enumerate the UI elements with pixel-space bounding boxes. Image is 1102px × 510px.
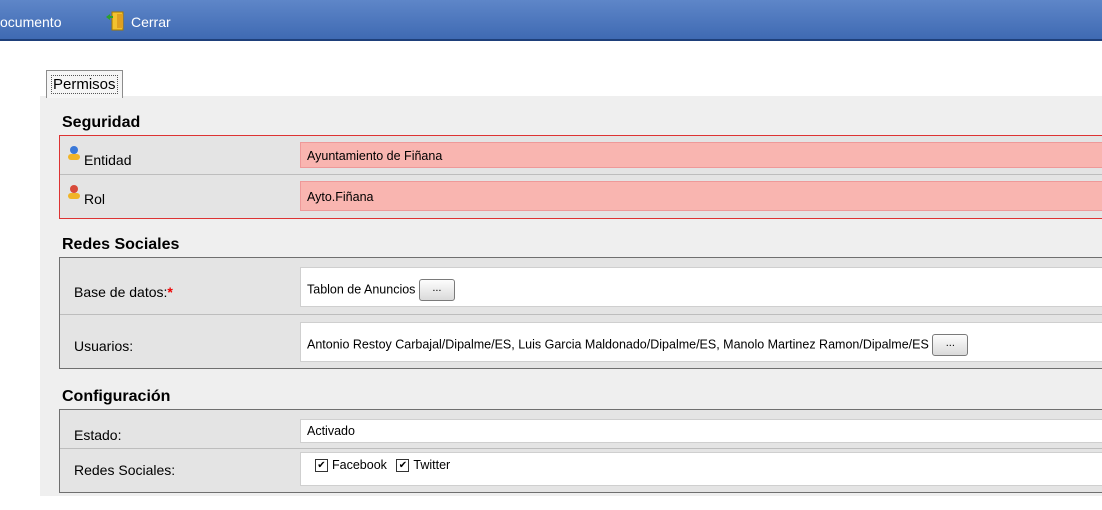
role-icon: [68, 185, 80, 199]
base-datos-value-row: Tablon de Anuncios ...: [307, 279, 455, 301]
usuarios-field[interactable]: Antonio Restoy Carbajal/Dipalme/ES, Luis…: [300, 322, 1102, 362]
configuracion-title: Configuración: [62, 388, 171, 405]
estado-label: Estado:: [74, 427, 122, 443]
base-datos-label-text: Base de datos:: [74, 284, 168, 300]
close-door-icon[interactable]: [105, 10, 127, 32]
toolbar: ocumento Cerrar: [0, 0, 1102, 41]
seguridad-group: Entidad Ayuntamiento de Fiñana Rol Ayto.…: [59, 135, 1102, 219]
usuarios-label: Usuarios:: [74, 338, 134, 354]
estado-field[interactable]: Activado: [300, 419, 1102, 443]
twitter-checkbox[interactable]: ✔: [396, 459, 410, 473]
tab-permisos[interactable]: Permisos: [46, 70, 123, 98]
rol-value: Ayto.Fiñana: [307, 190, 374, 204]
redes-sociales-field: ✔ Facebook ✔ Twitter: [300, 452, 1102, 486]
base-datos-browse-button[interactable]: ...: [418, 279, 455, 301]
redes-checkboxes: ✔ Facebook ✔ Twitter: [315, 458, 451, 473]
cerrar-button[interactable]: Cerrar: [131, 14, 171, 30]
base-datos-field[interactable]: Tablon de Anuncios ...: [300, 267, 1102, 307]
rol-label: Rol: [84, 191, 106, 207]
redes-title: Redes Sociales: [62, 236, 180, 253]
divider: [60, 448, 1102, 449]
seguridad-title: Seguridad: [62, 114, 141, 131]
configuracion-group: Estado: Activado Redes Sociales: ✔ Facebo…: [59, 409, 1102, 493]
entidad-value: Ayuntamiento de Fiñana: [307, 149, 443, 163]
usuarios-value-row: Antonio Restoy Carbajal/Dipalme/ES, Luis…: [307, 334, 969, 356]
divider: [60, 174, 1102, 175]
redes-group: Base de datos:* Tablon de Anuncios ... U…: [59, 257, 1102, 369]
rol-field[interactable]: Ayto.Fiñana: [300, 181, 1102, 211]
twitter-label: Twitter: [413, 458, 451, 472]
usuarios-browse-button[interactable]: ...: [932, 334, 969, 356]
facebook-checkbox[interactable]: ✔: [315, 459, 328, 473]
redes-sociales-label: Redes Sociales:: [74, 462, 176, 478]
base-datos-value: Tablon de Anuncios: [307, 282, 416, 297]
base-datos-label: Base de datos:*: [74, 284, 173, 300]
documento-menu[interactable]: ocumento: [0, 14, 61, 30]
tab-label: Permisos: [51, 75, 118, 94]
entidad-label: Entidad: [84, 152, 132, 168]
user-icon: [68, 146, 80, 160]
divider: [60, 314, 1102, 315]
entidad-field[interactable]: Ayuntamiento de Fiñana: [300, 142, 1102, 168]
required-marker: *: [167, 284, 173, 300]
usuarios-value: Antonio Restoy Carbajal/Dipalme/ES, Luis…: [307, 337, 929, 352]
facebook-label: Facebook: [332, 458, 387, 472]
estado-value: Activado: [307, 424, 355, 438]
